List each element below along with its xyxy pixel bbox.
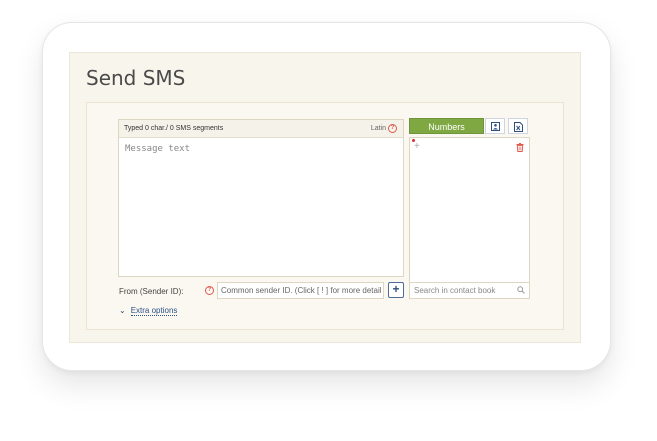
add-sender-button[interactable]: +	[388, 282, 404, 298]
extra-options-label: Extra options	[130, 306, 178, 316]
trash-icon[interactable]	[516, 143, 524, 152]
encoding-help-icon[interactable]: ?	[388, 124, 397, 133]
sender-id-input[interactable]	[218, 283, 384, 298]
sender-id-label: From (Sender ID):	[119, 287, 184, 296]
add-number-icon[interactable]: +	[414, 141, 420, 152]
chevron-down-icon: ⌄	[119, 306, 126, 315]
sender-help-icon[interactable]: ?	[205, 286, 214, 295]
numbers-list[interactable]: +	[409, 137, 530, 283]
message-header: Typed 0 char./ 0 SMS segments Latin ?	[119, 120, 403, 138]
tab-excel-import[interactable]	[508, 118, 528, 134]
contact-search-input[interactable]	[410, 283, 518, 297]
excel-file-icon	[514, 122, 523, 132]
contact-book-icon	[491, 122, 500, 131]
message-textarea[interactable]: Message text	[125, 144, 190, 154]
tab-numbers[interactable]: Numbers	[409, 118, 484, 134]
search-icon[interactable]	[517, 286, 525, 294]
sender-id-field	[217, 282, 384, 299]
message-box: Typed 0 char./ 0 SMS segments Latin ? Me…	[118, 119, 404, 277]
extra-options-toggle[interactable]: ⌄ Extra options	[119, 306, 178, 316]
page-title: Send SMS	[86, 66, 186, 90]
encoding-label: Latin	[370, 125, 386, 132]
char-counter: Typed 0 char./ 0 SMS segments	[124, 125, 224, 132]
tab-contact-book[interactable]	[485, 118, 505, 134]
contact-search	[409, 283, 530, 299]
